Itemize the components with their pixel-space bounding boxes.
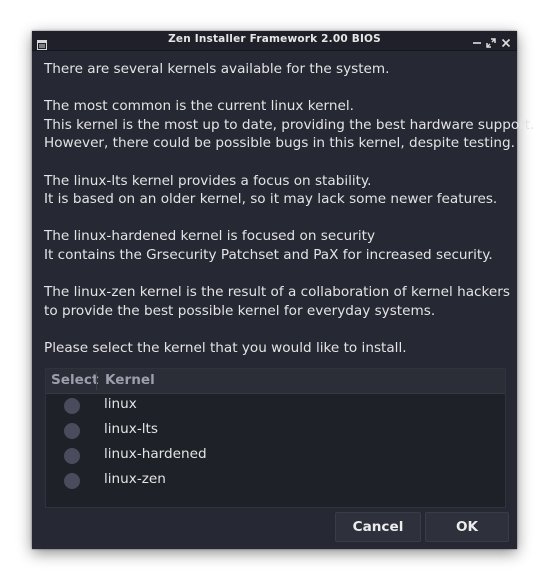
cancel-button[interactable]: Cancel (335, 512, 421, 542)
close-icon[interactable] (500, 34, 512, 48)
message-line: The linux-zen kernel is the result of a … (44, 284, 510, 301)
table-header: Select Kernel (46, 369, 505, 394)
select-radio-linux-zen[interactable] (64, 473, 80, 489)
minimize-icon[interactable] (471, 34, 483, 46)
hardened-paragraph: The linux-hardened kernel is focused on … (44, 227, 506, 264)
intro-paragraph: There are several kernels available for … (44, 60, 506, 79)
table-row[interactable]: linux-hardened (46, 444, 505, 469)
dialog-message: There are several kernels available for … (44, 60, 534, 358)
message-line: The most common is the current linux ker… (44, 98, 354, 115)
table-row[interactable]: linux-zen (46, 469, 505, 494)
message-line: It is based on an older kernel, so it ma… (44, 191, 498, 208)
message-line: The linux-lts kernel provides a focus on… (44, 172, 372, 189)
maximize-icon[interactable] (485, 34, 497, 48)
column-header-kernel[interactable]: Kernel (105, 372, 155, 388)
table-row[interactable]: linux-lts (46, 419, 505, 444)
kernel-name: linux-lts (104, 421, 158, 437)
message-line: Please select the kernel that you would … (44, 339, 407, 356)
message-line: to provide the best possible kernel for … (44, 302, 436, 319)
lts-paragraph: The linux-lts kernel provides a focus on… (44, 172, 506, 209)
message-line: The linux-hardened kernel is focused on … (44, 228, 376, 245)
message-line: This kernel is the most up to date, prov… (44, 116, 535, 133)
message-line: There are several kernels available for … (44, 61, 390, 77)
title-bar[interactable]: Zen Installer Framework 2.00 BIOS (32, 31, 517, 51)
prompt-paragraph: Please select the kernel that you would … (44, 339, 506, 358)
column-divider[interactable] (96, 372, 97, 390)
select-radio-linux-hardened[interactable] (64, 448, 80, 464)
kernel-name: linux (104, 396, 137, 412)
zen-paragraph: The linux-zen kernel is the result of a … (44, 283, 510, 320)
ok-button[interactable]: OK (425, 512, 509, 542)
select-radio-linux-lts[interactable] (64, 423, 80, 439)
installer-dialog: Zen Installer Framework 2.00 BIOS There … (32, 31, 534, 549)
column-header-select[interactable]: Select (51, 372, 98, 388)
message-line: It contains the Grsecurity Patchset and … (44, 246, 493, 263)
window-title: Zen Installer Framework 2.00 BIOS (168, 33, 381, 45)
table-row[interactable]: linux (46, 394, 505, 419)
message-line: However, there could be possible bugs in… (44, 135, 515, 152)
kernel-name: linux-zen (104, 471, 166, 487)
kernel-table: Select Kernel linux linux-lts linux-hard… (45, 368, 506, 508)
kernel-name: linux-hardened (104, 446, 207, 462)
linux-paragraph: The most common is the current linux ker… (44, 97, 534, 153)
select-radio-linux[interactable] (64, 398, 80, 414)
